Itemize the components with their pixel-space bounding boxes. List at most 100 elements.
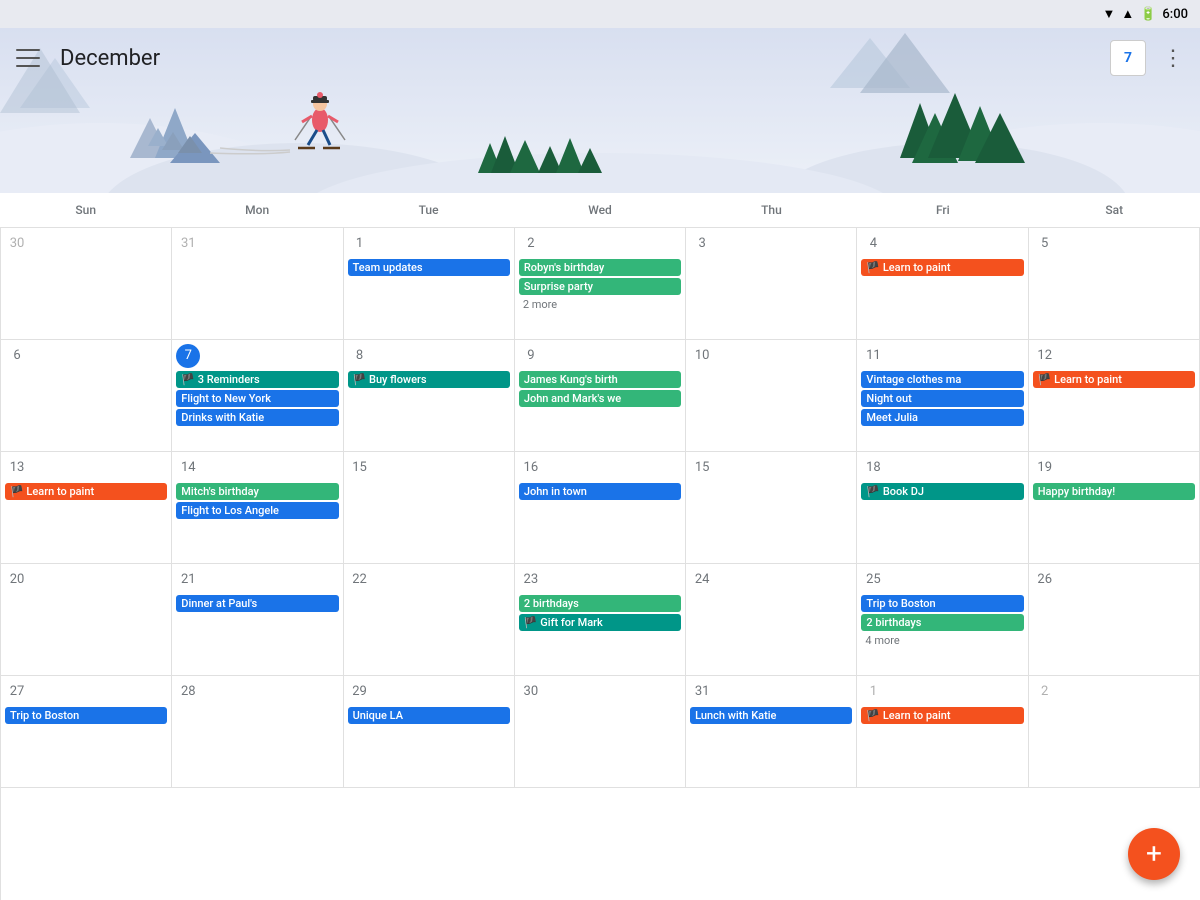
day-header-mon: Mon bbox=[171, 199, 342, 221]
calendar-cell-3-3[interactable]: 232 birthdays🏴 Gift for Mark bbox=[515, 564, 686, 676]
calendar-event[interactable]: Surprise party bbox=[519, 278, 681, 295]
calendar-cell-3-0[interactable]: 20 bbox=[1, 564, 172, 676]
date-number: 10 bbox=[690, 344, 714, 368]
calendar-event[interactable]: 🏴 Learn to paint bbox=[861, 259, 1023, 276]
calendar-event[interactable]: James Kung's birth bbox=[519, 371, 681, 388]
app-header: December 7 ⋮ bbox=[0, 28, 1200, 88]
calendar-cell-1-0[interactable]: 6 bbox=[1, 340, 172, 452]
calendar-cell-2-5[interactable]: 18🏴 Book DJ bbox=[857, 452, 1028, 564]
calendar-cell-3-6[interactable]: 26 bbox=[1029, 564, 1200, 676]
calendar-cell-1-1[interactable]: 7🏴 3 RemindersFlight to New YorkDrinks w… bbox=[172, 340, 343, 452]
calendar-cell-1-2[interactable]: 8 🏴 Buy flowers bbox=[344, 340, 515, 452]
date-number: 28 bbox=[176, 680, 200, 704]
calendar-event[interactable]: 2 birthdays bbox=[519, 595, 681, 612]
calendar-event[interactable]: 🏴 Learn to paint bbox=[5, 483, 167, 500]
calendar-event[interactable]: Robyn's birthday bbox=[519, 259, 681, 276]
status-bar: ▼ ▲ 🔋 6:00 bbox=[0, 0, 1200, 28]
more-options-button[interactable]: ⋮ bbox=[1162, 46, 1184, 71]
calendar-cell-4-1[interactable]: 28 bbox=[172, 676, 343, 788]
calendar-event[interactable]: 🏴 Learn to paint bbox=[1033, 371, 1195, 388]
calendar-cell-0-5[interactable]: 4🏴 Learn to paint bbox=[857, 228, 1028, 340]
day-header-tue: Tue bbox=[343, 199, 514, 221]
date-number: 24 bbox=[690, 568, 714, 592]
calendar-cell-0-1[interactable]: 31 bbox=[172, 228, 343, 340]
battery-icon: 🔋 bbox=[1140, 7, 1156, 22]
day-headers-row: SunMonTueWedThuFriSat bbox=[0, 193, 1200, 228]
date-number: 11 bbox=[861, 344, 885, 368]
today-button[interactable]: 7 bbox=[1110, 40, 1146, 76]
calendar-cell-4-4[interactable]: 31Lunch with Katie bbox=[686, 676, 857, 788]
calendar-cell-2-2[interactable]: 15 bbox=[344, 452, 515, 564]
date-number: 14 bbox=[176, 456, 200, 480]
calendar-cell-1-6[interactable]: 12 🏴 Learn to paint bbox=[1029, 340, 1200, 452]
calendar-event[interactable]: John in town bbox=[519, 483, 681, 500]
calendar-event[interactable]: Dinner at Paul's bbox=[176, 595, 338, 612]
calendar-event[interactable]: Lunch with Katie bbox=[690, 707, 852, 724]
calendar-event[interactable]: Trip to Boston bbox=[5, 707, 167, 724]
calendar-cell-4-2[interactable]: 29 Unique LA bbox=[344, 676, 515, 788]
calendar-cell-4-0[interactable]: 27 Trip to Boston bbox=[1, 676, 172, 788]
calendar-cell-4-5[interactable]: 1 🏴 Learn to paint bbox=[857, 676, 1028, 788]
calendar-cell-2-3[interactable]: 16John in town bbox=[515, 452, 686, 564]
calendar-event[interactable]: Flight to Los Angele bbox=[176, 502, 338, 519]
calendar-event[interactable]: 2 birthdays bbox=[861, 614, 1023, 631]
calendar-cell-2-1[interactable]: 14 Mitch's birthday Flight to Los Angele bbox=[172, 452, 343, 564]
day-header-sat: Sat bbox=[1029, 199, 1200, 221]
date-number: 27 bbox=[5, 680, 29, 704]
calendar-cell-1-5[interactable]: 11 Vintage clothes ma Night out Meet Julia bbox=[857, 340, 1028, 452]
signal-icon: ▲ bbox=[1121, 6, 1134, 22]
wifi-icon: ▼ bbox=[1102, 6, 1115, 22]
calendar-event[interactable]: Happy birthday! bbox=[1033, 483, 1195, 500]
calendar-event[interactable]: 🏴 Buy flowers bbox=[348, 371, 510, 388]
calendar-cell-0-2[interactable]: 1 Team updates bbox=[344, 228, 515, 340]
date-number: 8 bbox=[348, 344, 372, 368]
date-number: 1 bbox=[861, 680, 885, 704]
calendar-cell-0-4[interactable]: 3 bbox=[686, 228, 857, 340]
date-number: 5 bbox=[1033, 232, 1057, 256]
menu-button[interactable] bbox=[16, 46, 40, 70]
calendar-cell-3-1[interactable]: 21Dinner at Paul's bbox=[172, 564, 343, 676]
calendar-event[interactable]: Team updates bbox=[348, 259, 510, 276]
calendar-event[interactable]: Vintage clothes ma bbox=[861, 371, 1023, 388]
calendar-event[interactable]: 🏴 Book DJ bbox=[861, 483, 1023, 500]
calendar-cell-3-5[interactable]: 25Trip to Boston2 birthdays4 more bbox=[857, 564, 1028, 676]
calendar-event[interactable]: Flight to New York bbox=[176, 390, 338, 407]
calendar-event[interactable]: John and Mark's we bbox=[519, 390, 681, 407]
calendar-cell-4-6[interactable]: 2 bbox=[1029, 676, 1200, 788]
calendar-cell-0-0[interactable]: 30 bbox=[1, 228, 172, 340]
calendar-cell-0-3[interactable]: 2 Robyn's birthday Surprise party 2 more bbox=[515, 228, 686, 340]
calendar-event[interactable]: Drinks with Katie bbox=[176, 409, 338, 426]
calendar-cell-2-0[interactable]: 13🏴 Learn to paint bbox=[1, 452, 172, 564]
calendar-event[interactable]: Unique LA bbox=[348, 707, 510, 724]
date-number: 20 bbox=[5, 568, 29, 592]
calendar-event[interactable]: Meet Julia bbox=[861, 409, 1023, 426]
more-events-link[interactable]: 4 more bbox=[861, 633, 1023, 648]
calendar-cell-3-4[interactable]: 24 bbox=[686, 564, 857, 676]
calendar-event[interactable]: Night out bbox=[861, 390, 1023, 407]
calendar-event[interactable]: 🏴 Gift for Mark bbox=[519, 614, 681, 631]
calendar-event[interactable]: Mitch's birthday bbox=[176, 483, 338, 500]
calendar-cell-1-3[interactable]: 9 James Kung's birth John and Mark's we bbox=[515, 340, 686, 452]
date-number: 30 bbox=[5, 232, 29, 256]
calendar-event[interactable]: 🏴 Learn to paint bbox=[861, 707, 1023, 724]
calendar-cell-3-2[interactable]: 22 bbox=[344, 564, 515, 676]
calendar-cell-2-6[interactable]: 19Happy birthday! bbox=[1029, 452, 1200, 564]
more-events-link[interactable]: 2 more bbox=[519, 297, 681, 312]
month-title: December bbox=[60, 46, 1110, 71]
date-number: 12 bbox=[1033, 344, 1057, 368]
date-number: 9 bbox=[519, 344, 543, 368]
date-number: 1 bbox=[348, 232, 372, 256]
add-event-fab[interactable]: + bbox=[1128, 828, 1180, 880]
date-number: 2 bbox=[519, 232, 543, 256]
day-header-thu: Thu bbox=[686, 199, 857, 221]
date-number: 22 bbox=[348, 568, 372, 592]
calendar-cell-0-6[interactable]: 5 bbox=[1029, 228, 1200, 340]
calendar-cell-2-4[interactable]: 15 bbox=[686, 452, 857, 564]
calendar-cell-4-3[interactable]: 30 bbox=[515, 676, 686, 788]
day-header-wed: Wed bbox=[514, 199, 685, 221]
calendar-event[interactable]: Trip to Boston bbox=[861, 595, 1023, 612]
calendar-cell-1-4[interactable]: 10 bbox=[686, 340, 857, 452]
calendar-event[interactable]: 🏴 3 Reminders bbox=[176, 371, 338, 388]
date-number: 29 bbox=[348, 680, 372, 704]
time-display: 6:00 bbox=[1162, 7, 1188, 22]
